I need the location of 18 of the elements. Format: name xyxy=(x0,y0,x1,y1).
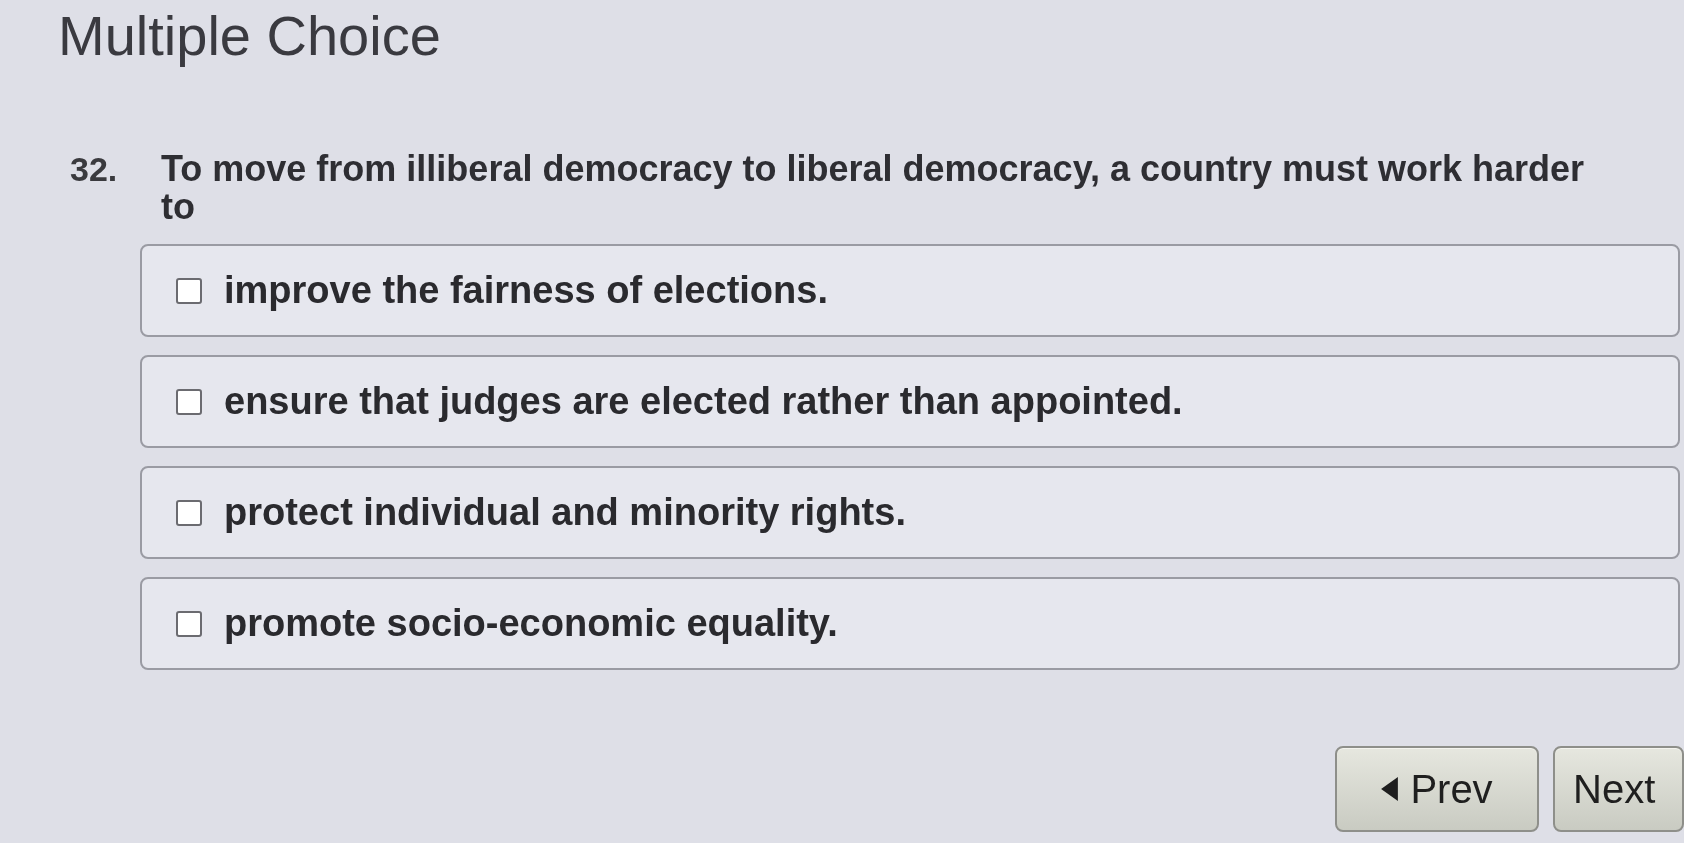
answer-option[interactable]: improve the fairness of elections. xyxy=(140,244,1680,337)
option-text: ensure that judges are elected rather than appointed. xyxy=(224,379,1183,424)
answer-option[interactable]: protect individual and minority rights. xyxy=(140,466,1680,559)
checkbox[interactable] xyxy=(176,388,202,415)
option-text: improve the fairness of elections. xyxy=(224,268,828,313)
question-text: To move from illiberal democracy to liberal democracy, a country must work harder to xyxy=(161,150,1586,226)
left-triangle-icon xyxy=(1381,777,1399,801)
answer-option[interactable]: promote socio-economic equality. xyxy=(140,577,1680,670)
previous-button[interactable]: Prev xyxy=(1335,746,1539,832)
checkbox[interactable] xyxy=(176,499,202,526)
question-number: 32. xyxy=(70,150,119,190)
answer-option[interactable]: ensure that judges are elected rather than appointed. xyxy=(140,355,1680,448)
option-text: promote socio-economic equality. xyxy=(224,601,838,646)
checkbox[interactable] xyxy=(176,277,202,304)
next-button[interactable]: Next xyxy=(1553,746,1684,832)
checkbox[interactable] xyxy=(176,610,202,637)
option-text: protect individual and minority rights. xyxy=(224,490,906,535)
section-heading: Multiple Choice xyxy=(58,4,441,68)
